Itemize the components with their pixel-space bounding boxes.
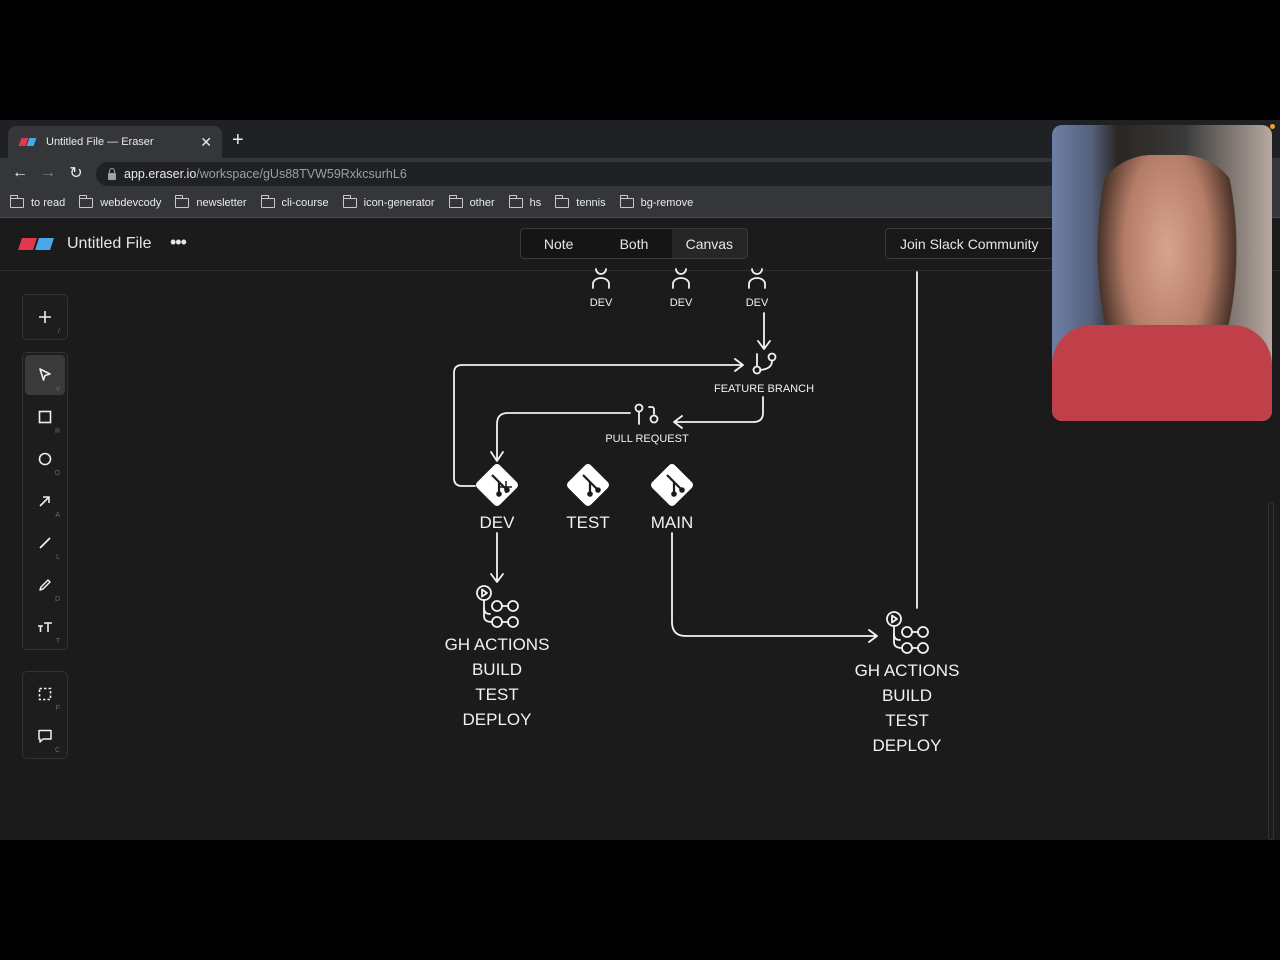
edge-feature-branch-to-pull-request[interactable] [673,396,764,429]
toolbar-extra-group: F C [22,671,68,759]
frame-tool-button[interactable]: F [25,674,65,714]
github-actions-icon [886,611,929,654]
toolbar-add-group: / [22,294,68,340]
pencil-icon [39,579,51,591]
git-branch-icon [752,352,777,375]
git-logo-icon-main[interactable] [649,462,694,507]
circle-icon [38,452,52,466]
webcam-overlay [1052,125,1272,421]
dev-label: DEV [670,297,693,309]
actions-left-line: GH ACTIONS [445,635,550,654]
comment-tool-button[interactable]: C [25,716,65,756]
branch-label-dev: DEV [480,513,516,532]
branch-label-test: TEST [566,513,609,532]
text-tool-button[interactable]: T [25,607,65,647]
arrow-icon [39,496,50,507]
actions-right-line: GH ACTIONS [855,661,960,680]
text-size-icon [38,622,52,632]
shortcut-key: V [55,386,60,393]
actions-left-line: TEST [475,685,518,704]
edge-dev-to-feature-branch[interactable] [757,312,771,350]
dev-label: DEV [590,297,613,309]
actions-left-line: DEPLOY [463,710,532,729]
edge-dev-to-gh-actions[interactable] [490,532,504,583]
presenter-shirt [1052,325,1272,421]
arrow-tool-button[interactable]: A [25,481,65,521]
rectangle-tool-button[interactable]: R [25,397,65,437]
select-tool-button[interactable]: V [25,355,65,395]
shortcut-key: R [54,428,60,435]
shortcut-key: L [56,554,60,561]
pull-request-label: PULL REQUEST [605,433,689,445]
shortcut-key: D [54,596,60,603]
actions-right-line: TEST [885,711,928,730]
shortcut-key: F [55,705,60,712]
line-tool-button[interactable]: L [25,523,65,563]
dev-person-icon [672,268,690,289]
branch-label-main: MAIN [651,513,694,532]
git-logo-icon-test[interactable] [565,462,610,507]
dev-person-icon [748,268,766,289]
shortcut-key: / [58,328,60,335]
actions-right-line: DEPLOY [873,736,942,755]
pencil-tool-button[interactable]: D [25,565,65,605]
github-actions-icon [476,585,519,628]
shortcut-key: A [55,512,60,519]
screen: Untitled File — Eraser ✕ + ← → ↻ app.era… [0,120,1280,840]
recording-indicator-icon [1270,124,1275,129]
shortcut-key: C [54,747,60,754]
feature-branch-label: FEATURE BRANCH [714,383,814,395]
comment-icon [38,729,52,743]
add-tool-button[interactable]: / [25,297,65,337]
shortcut-key: T [55,638,60,645]
plus-icon [39,311,51,323]
actions-left-line: BUILD [472,660,522,679]
actions-right-line: BUILD [882,686,932,705]
edge-main-to-gh-actions[interactable] [671,532,878,643]
square-icon [38,410,52,424]
ellipse-tool-button[interactable]: O [25,439,65,479]
frame-dashed-icon [38,687,52,701]
vertical-scrollbar[interactable] [1268,502,1274,840]
dev-person-icon [592,268,610,289]
pull-request-icon [634,403,659,425]
toolbar-draw-group: V R O A L D T [22,352,68,650]
shortcut-key: O [54,470,60,477]
line-icon [39,537,51,549]
git-logo-icon-dev[interactable] [474,462,519,507]
dev-label: DEV [746,297,769,309]
cursor-arrow-icon [39,368,51,381]
